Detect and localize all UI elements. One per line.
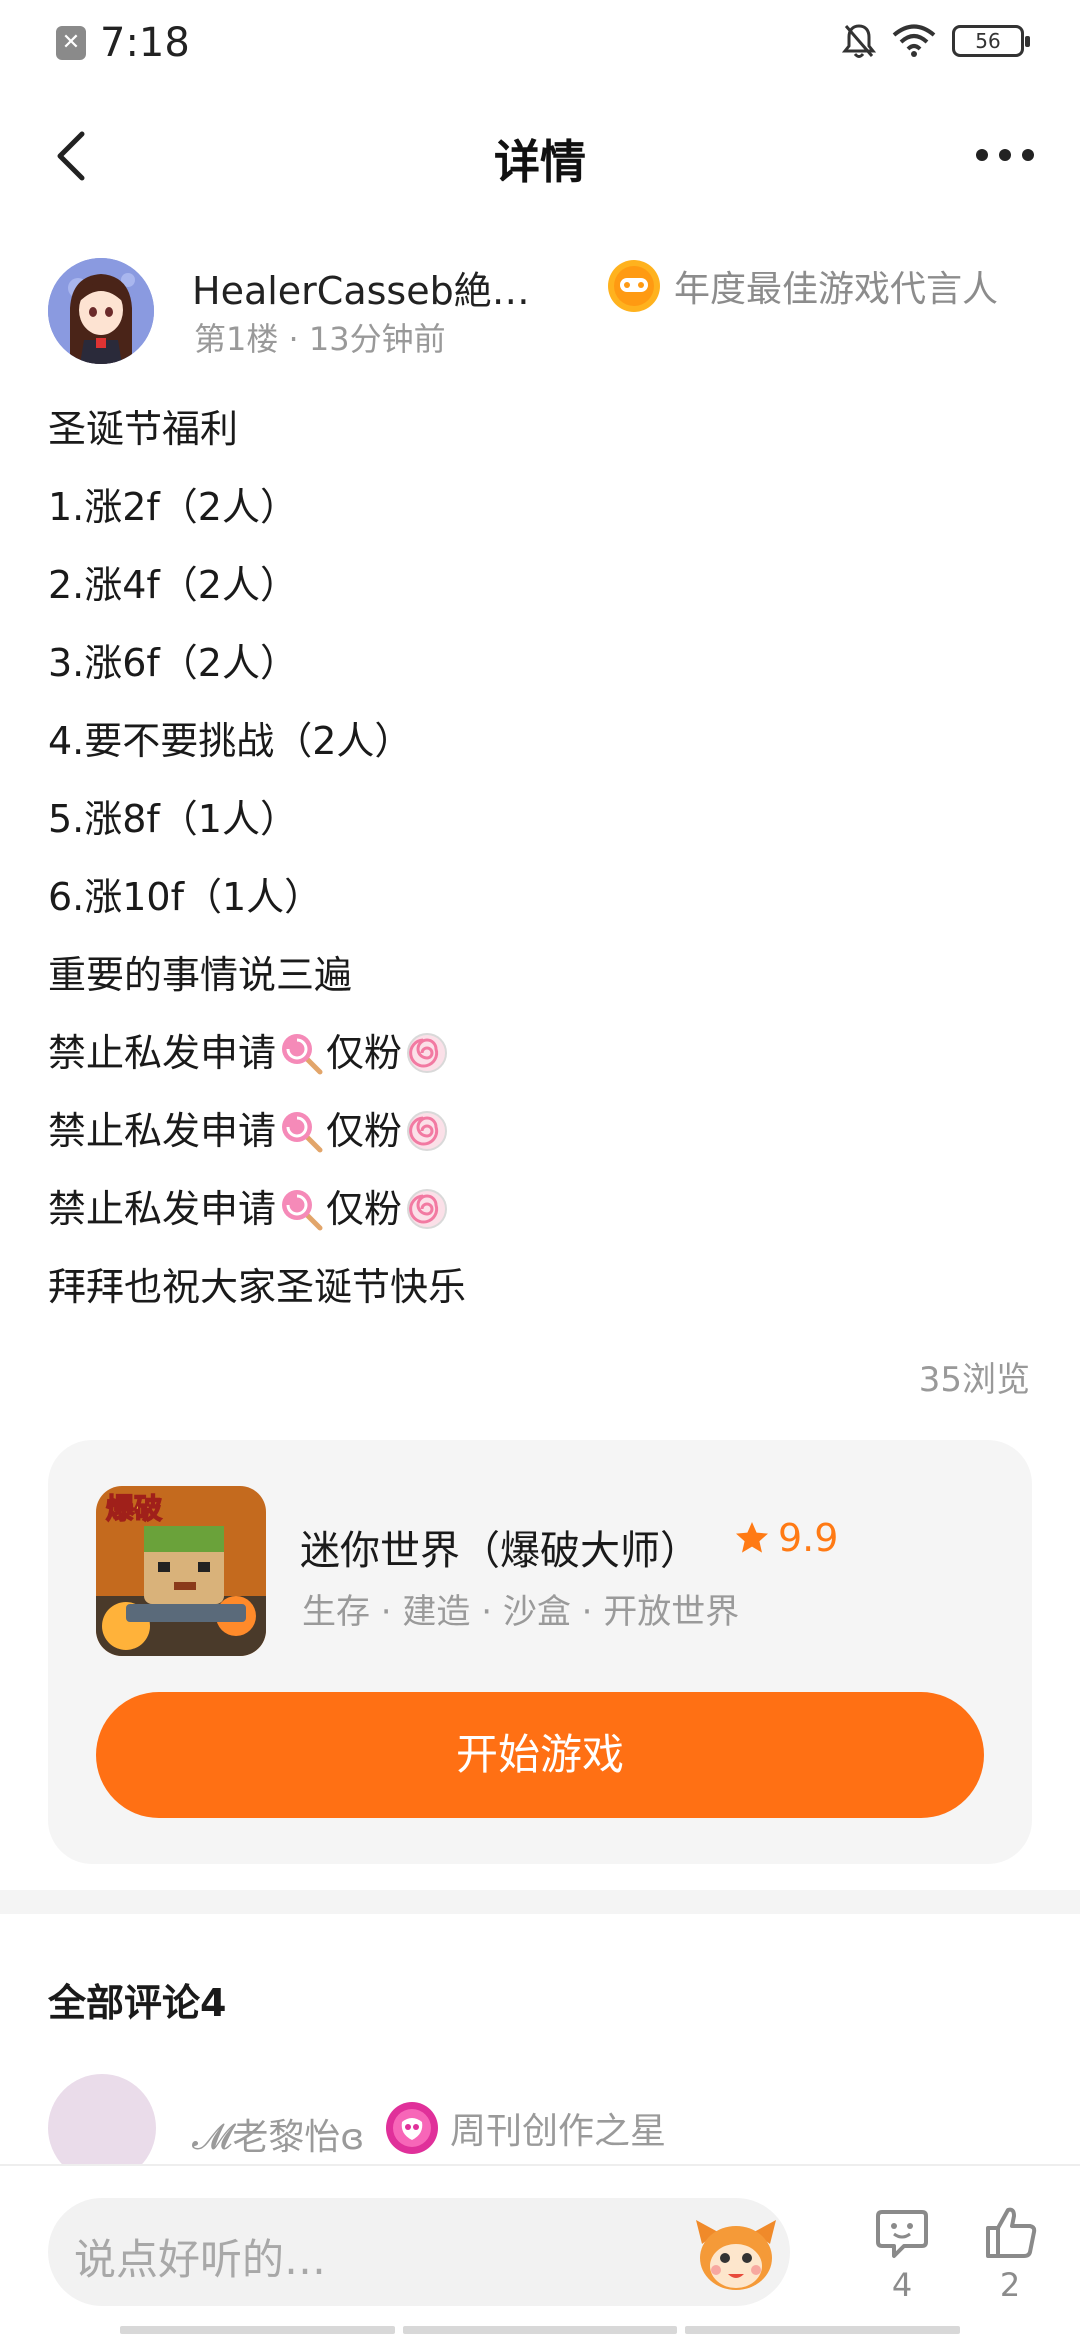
game-card[interactable]: 爆破 迷你世界（爆破大师） 9.9 生存 · 建造 · 沙盒 · 开放世界 开始… (48, 1440, 1032, 1864)
repeat-suffix: 仅粉 (326, 1031, 403, 1075)
status-bar: ✕ 7:18 56 (0, 0, 1080, 84)
post-line: 重要的事情说三遍 (48, 953, 353, 997)
avatar[interactable] (48, 258, 154, 364)
comment-input-placeholder: 说点好听的… (74, 2235, 327, 2284)
repeat-prefix: 禁止私发申请 (48, 1187, 277, 1231)
header: 详情 (0, 90, 1080, 220)
post-line: 1.涨2f（2人） (48, 485, 298, 529)
post-line-repeat: 禁止私发申请 仅粉 (48, 1092, 1028, 1170)
post-line: 拜拜也祝大家圣诞节快乐 (48, 1265, 467, 1309)
comments-title: 全部评论4 (48, 1981, 227, 2025)
view-count: 35浏览 (918, 1360, 1030, 1400)
star-icon (736, 1522, 768, 1553)
comment-icon (876, 2210, 928, 2258)
game-tags: 生存 · 建造 · 沙盒 · 开放世界 (302, 1592, 740, 1632)
post-line: 3.涨6f（2人） (48, 641, 298, 685)
post-line: 圣诞节福利 (48, 407, 239, 451)
post-line: 4.要不要挑战（2人） (48, 719, 413, 763)
candy-swirl-icon (407, 1189, 448, 1229)
post-line-repeat: 禁止私发申请 仅粉 (48, 1170, 1028, 1248)
post-line: 5.涨8f（1人） (48, 797, 298, 841)
page-title: 详情 (494, 135, 586, 189)
bottom-bar: 说点好听的… 4 2 (0, 2164, 1080, 2340)
post-line: 2.涨4f（2人） (48, 563, 298, 607)
lollipop-icon (282, 1034, 323, 1075)
status-time: 7:18 (100, 20, 190, 66)
game-cover-image[interactable]: 爆破 (96, 1486, 266, 1656)
comment-count: 4 (891, 2266, 913, 2304)
lollipop-icon (282, 1112, 323, 1153)
post-content: 圣诞节福利 1.涨2f（2人） 2.涨4f（2人） 3.涨6f（2人） 4.要不… (48, 390, 1028, 1326)
nav-segment (402, 2326, 678, 2334)
badge-label: 年度最佳游戏代言人 (674, 269, 999, 310)
system-nav-bar (120, 2326, 961, 2340)
game-cover-text: 爆破 (106, 1492, 162, 1525)
nav-segment (120, 2326, 395, 2334)
lollipop-icon (282, 1190, 323, 1231)
nav-segment (685, 2326, 961, 2334)
candy-swirl-icon (407, 1033, 448, 1073)
comment-input[interactable]: 说点好听的… (48, 2198, 790, 2306)
repeat-suffix: 仅粉 (326, 1109, 403, 1153)
game-name[interactable]: 迷你世界（爆破大师） (300, 1518, 700, 1576)
comment-count-button[interactable]: 4 (862, 2204, 942, 2314)
comment-badge-label: 周刊创作之星 (450, 2111, 667, 2152)
start-game-button[interactable]: 开始游戏 (96, 1692, 984, 1818)
post-line-repeat: 禁止私发申请 仅粉 (48, 1014, 1028, 1092)
repeat-suffix: 仅粉 (326, 1187, 403, 1231)
author-badge[interactable]: 年度最佳游戏代言人 (606, 258, 998, 314)
battery-icon: 56 (952, 25, 1030, 57)
post-meta: 第1楼 · 13分钟前 (194, 320, 446, 358)
comment-user-badge[interactable]: 周刊创作之星 (384, 2100, 666, 2156)
like-button[interactable]: 2 (970, 2204, 1050, 2314)
candy-swirl-icon (407, 1111, 448, 1151)
mascot-emoji-icon[interactable] (688, 2204, 784, 2300)
comment-user-name[interactable]: 𝓜老黎怡ɞ (192, 2108, 364, 2160)
spokesperson-badge-icon (608, 260, 660, 312)
repeat-prefix: 禁止私发申请 (48, 1031, 277, 1075)
mute-icon (842, 24, 876, 58)
wifi-icon (892, 24, 936, 57)
post-line: 6.涨10f（1人） (48, 875, 323, 919)
game-rating: 9.9 (734, 1516, 838, 1560)
thumbs-up-icon (986, 2207, 1037, 2258)
repeat-prefix: 禁止私发申请 (48, 1109, 277, 1153)
rating-value: 9.9 (778, 1516, 839, 1560)
section-divider (0, 1890, 1080, 1914)
notification-icon: ✕ (56, 26, 86, 60)
creator-star-badge-icon (386, 2102, 438, 2154)
author-row: HealerCasseb絶… 第1楼 · 13分钟前 年度最佳游戏代言人 (48, 258, 1048, 368)
more-button[interactable] (970, 130, 1040, 180)
author-name[interactable]: HealerCasseb絶… (192, 260, 572, 315)
like-count: 2 (999, 2266, 1021, 2304)
